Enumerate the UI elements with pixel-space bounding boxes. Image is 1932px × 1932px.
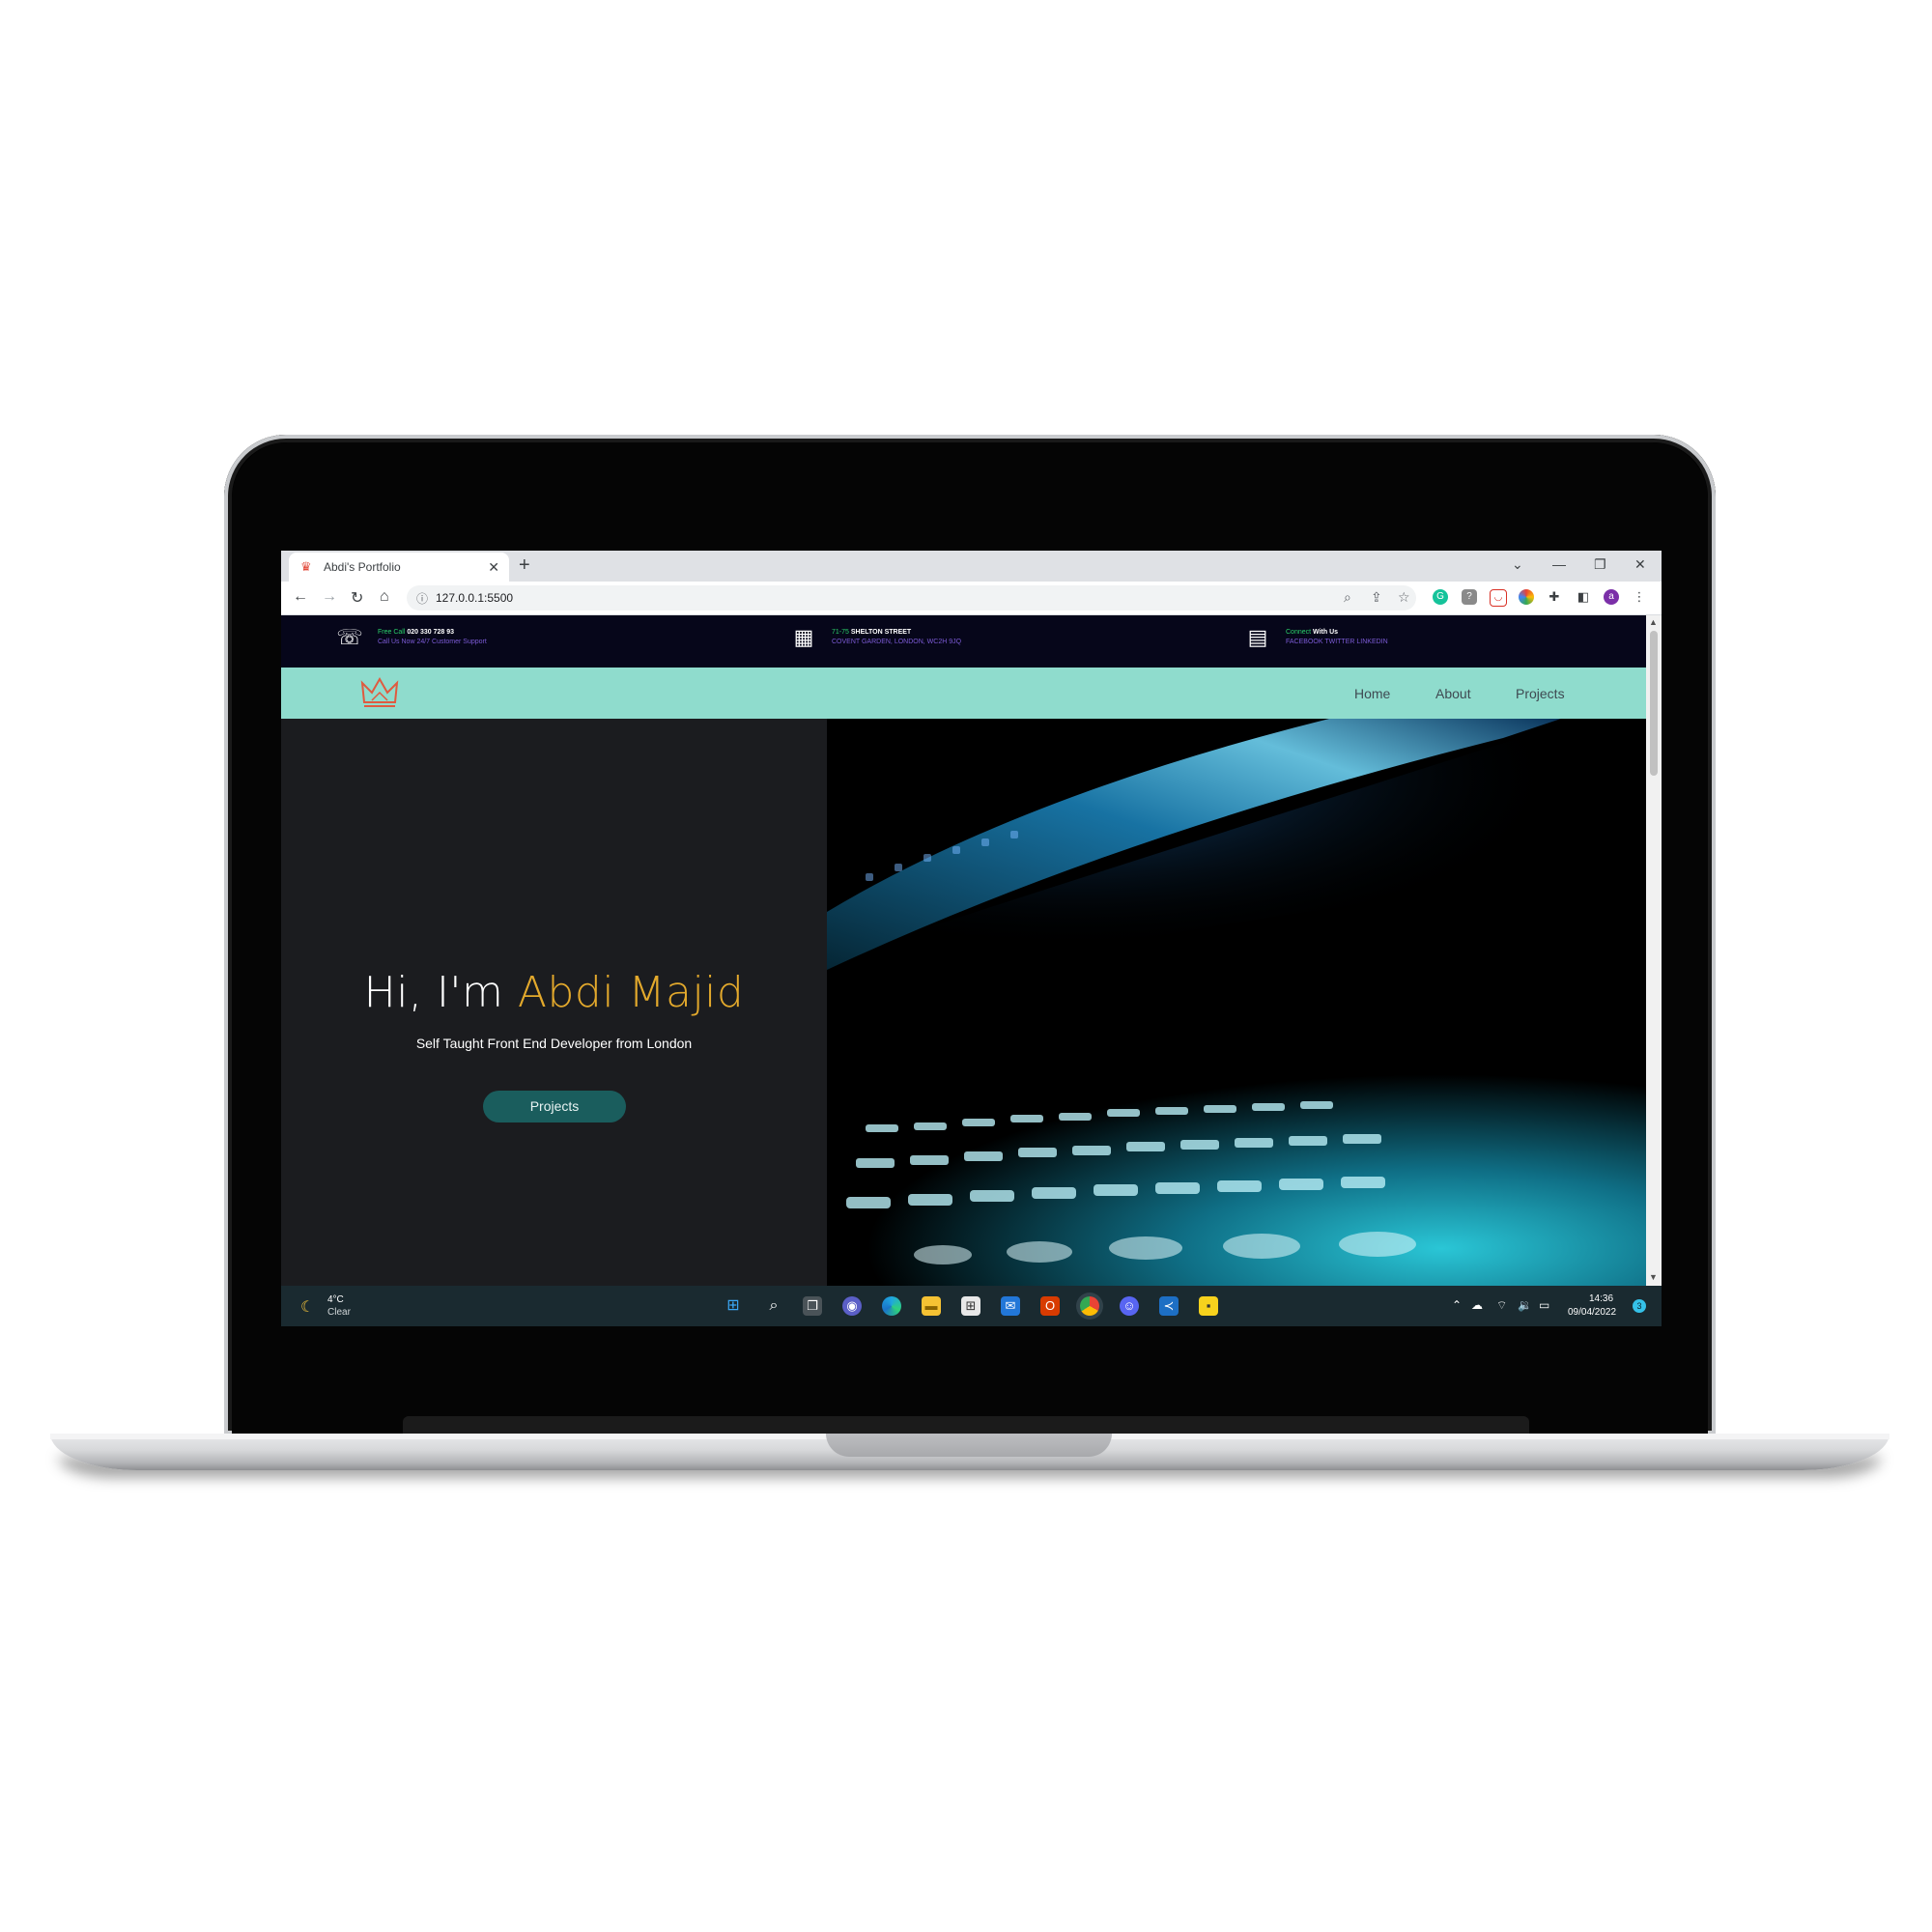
profile-avatar[interactable]: a (1604, 589, 1619, 605)
page-viewport: ☏ Free Call 020 330 728 93 Call Us Now 2… (281, 615, 1646, 1286)
extensions-puzzle-icon[interactable]: ✚ (1547, 589, 1562, 605)
new-tab-button[interactable]: + (519, 554, 530, 577)
scroll-up-icon[interactable]: ▲ (1649, 617, 1658, 627)
nav-link-projects[interactable]: Projects (1516, 686, 1565, 701)
clock-date[interactable]: 09/04/2022 (1568, 1307, 1616, 1318)
call-subtext: Call Us Now 24/7 Customer Support (378, 639, 487, 645)
volume-icon[interactable]: 🔉 (1518, 1298, 1532, 1312)
browser-tab[interactable]: ♛ Abdi's Portfolio ✕ (289, 553, 509, 582)
reload-icon[interactable]: ↻ (351, 588, 363, 608)
clock-time[interactable]: 14:36 (1589, 1293, 1613, 1304)
connect-text: With Us (1311, 629, 1339, 636)
home-icon[interactable]: ⌂ (380, 588, 389, 606)
search-icon[interactable]: ⌕ (764, 1296, 783, 1316)
notification-badge[interactable]: 3 (1633, 1299, 1646, 1313)
wifi-icon[interactable]: ⌔ (1496, 1298, 1507, 1313)
laptop-screen: ♛ Abdi's Portfolio ✕ + ⌄ — ❐ ✕ ← → ↻ ⌂ ⓘ… (281, 551, 1662, 1326)
help-extension-icon[interactable]: ? (1462, 589, 1477, 605)
keyboard-illustration (827, 719, 1646, 1286)
address-bar[interactable]: ⓘ 127.0.0.1:5500 ⌕ ⇪ ☆ (407, 585, 1416, 611)
scroll-down-icon[interactable]: ▼ (1649, 1272, 1658, 1282)
window-close-button[interactable]: ✕ (1634, 556, 1646, 573)
menu-kebab-icon[interactable]: ⋮ (1632, 589, 1647, 605)
call-highlight: Free Call (378, 629, 406, 636)
restore-button[interactable]: ❐ (1594, 556, 1606, 573)
zoom-icon[interactable]: ⌕ (1344, 589, 1351, 606)
tab-close-icon[interactable]: ✕ (488, 559, 499, 576)
share-icon[interactable]: ⇪ (1371, 589, 1382, 606)
windows-taskbar: ☾ 4°C Clear ⊞ ⌕ ❐ ◉ ▬ ⊞ ✉ O ☺ ≺ ▪ ⌃ ☁ ⌔ … (281, 1286, 1662, 1326)
side-panel-icon[interactable]: ◧ (1576, 589, 1591, 605)
office-icon[interactable]: O (1040, 1296, 1060, 1316)
weather-description[interactable]: Clear (327, 1307, 351, 1318)
hero-heading: Hi, I'm Abdi Majid (281, 968, 827, 1017)
laptop-notch (826, 1434, 1112, 1457)
tray-chevron-icon[interactable]: ⌃ (1452, 1298, 1462, 1312)
projects-button[interactable]: Projects (483, 1091, 626, 1122)
url-text: 127.0.0.1:5500 (436, 591, 514, 605)
connect-highlight: Connect (1286, 629, 1312, 636)
call-number: 020 330 728 93 (405, 629, 455, 636)
microsoft-store-icon[interactable]: ⊞ (961, 1296, 980, 1316)
hero-text-panel: Hi, I'm Abdi Majid Self Taught Front End… (281, 719, 827, 1286)
teams-chat-icon[interactable]: ◉ (842, 1296, 862, 1316)
grammarly-extension-icon[interactable]: G (1433, 589, 1448, 605)
hero-keyboard-image (827, 719, 1646, 1286)
mail-icon[interactable]: ✉ (1001, 1296, 1020, 1316)
hero-subtitle: Self Taught Front End Developer from Lon… (415, 1036, 693, 1051)
color-extension-icon[interactable] (1519, 589, 1534, 605)
nav-link-about[interactable]: About (1435, 686, 1471, 701)
minimize-button[interactable]: — (1552, 556, 1566, 572)
page-scrollbar[interactable]: ▲ ▼ (1646, 615, 1662, 1286)
message-icon: ▤ (1247, 625, 1268, 649)
back-arrow-icon[interactable]: ← (293, 588, 308, 606)
hero-name: Abdi Majid (517, 968, 745, 1017)
tab-title: Abdi's Portfolio (324, 560, 401, 574)
tab-search-chevron-icon[interactable]: ⌄ (1512, 556, 1523, 573)
forward-arrow-icon[interactable]: → (322, 588, 337, 606)
task-view-icon[interactable]: ❐ (803, 1296, 822, 1316)
browser-toolbar: ← → ↻ ⌂ ⓘ 127.0.0.1:5500 ⌕ ⇪ ☆ G ? ◡ ✚ ◧… (281, 582, 1662, 615)
battery-icon[interactable]: ▭ (1539, 1298, 1549, 1312)
sticky-notes-icon[interactable]: ▪ (1199, 1296, 1218, 1316)
address-street: SHELTON STREET (848, 629, 912, 636)
crown-favicon-icon: ♛ (300, 559, 312, 574)
weather-temperature[interactable]: 4°C (327, 1294, 344, 1305)
browser-tabstrip: ♛ Abdi's Portfolio ✕ + ⌄ — ❐ ✕ (281, 551, 1662, 582)
onedrive-cloud-icon[interactable]: ☁ (1471, 1298, 1483, 1312)
info-call: ☏ Free Call 020 330 728 93 Call Us Now 2… (335, 623, 487, 652)
site-info-icon[interactable]: ⓘ (416, 590, 428, 607)
social-links[interactable]: FACEBOOK TWITTER LINKEDIN (1286, 639, 1388, 645)
contact-infobar: ☏ Free Call 020 330 728 93 Call Us Now 2… (281, 615, 1646, 668)
nav-link-home[interactable]: Home (1354, 686, 1390, 701)
chrome-icon[interactable] (1080, 1296, 1099, 1316)
map-icon: ▦ (793, 625, 814, 649)
crown-logo-icon[interactable] (360, 675, 399, 710)
info-connect: ▤ Connect With Us FACEBOOK TWITTER LINKE… (1243, 623, 1388, 652)
site-navbar: Home About Projects (281, 668, 1646, 719)
hero-greeting: Hi, I'm (363, 968, 518, 1017)
edge-browser-icon[interactable] (882, 1296, 901, 1316)
pocket-extension-icon[interactable]: ◡ (1490, 589, 1507, 607)
vscode-icon[interactable]: ≺ (1159, 1296, 1179, 1316)
phone-icon: ☏ (336, 625, 363, 649)
windows-start-icon[interactable]: ⊞ (724, 1296, 743, 1316)
info-address: ▦ 71-75 SHELTON STREET COVENT GARDEN, LO… (789, 623, 961, 652)
discord-icon[interactable]: ☺ (1120, 1296, 1139, 1316)
scroll-thumb[interactable] (1650, 631, 1658, 776)
moon-weather-icon[interactable]: ☾ (300, 1297, 314, 1317)
laptop-hinge (403, 1416, 1529, 1434)
file-explorer-icon[interactable]: ▬ (922, 1296, 941, 1316)
bookmark-star-icon[interactable]: ☆ (1398, 589, 1410, 606)
address-subtext: COVENT GARDEN, LONDON, WC2H 9JQ (832, 639, 962, 645)
address-highlight: 71-75 (832, 629, 849, 636)
